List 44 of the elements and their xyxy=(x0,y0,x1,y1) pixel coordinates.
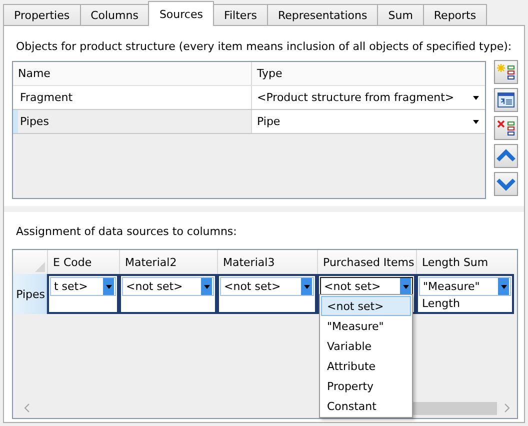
column-header: Name xyxy=(13,62,252,85)
up-button[interactable] xyxy=(494,144,518,168)
caret-icon xyxy=(473,120,479,124)
type-dropdown[interactable]: <Product structure from fragment> xyxy=(252,86,485,109)
tab[interactable]: Sum xyxy=(377,4,424,25)
chevron-up-icon xyxy=(496,149,516,163)
section-label: Objects for product structure (every item means inclusion of all objects of specified type): xyxy=(16,40,512,53)
down-button[interactable] xyxy=(494,172,518,196)
tab[interactable]: Columns xyxy=(80,4,150,25)
tab[interactable]: Reports xyxy=(422,4,488,25)
dropdown-button[interactable] xyxy=(103,278,114,295)
dropdown-option[interactable]: Attribute xyxy=(321,356,411,376)
source-dropdown[interactable]: t set> xyxy=(50,277,116,296)
dropdown-button[interactable] xyxy=(301,278,312,295)
tab[interactable]: Filters xyxy=(212,4,268,25)
dropdown-button[interactable] xyxy=(498,278,509,295)
select-all-icon xyxy=(35,262,45,272)
delete-list-icon xyxy=(497,119,515,137)
type-dropdown[interactable]: Pipe xyxy=(252,110,485,133)
column-header: Type xyxy=(256,66,284,82)
dropdown-button[interactable] xyxy=(400,278,411,295)
properties-button[interactable] xyxy=(494,88,518,112)
source-dropdown[interactable]: "Measure" xyxy=(419,277,511,296)
tab[interactable]: Sources xyxy=(148,1,214,26)
properties-icon xyxy=(497,92,515,108)
tab[interactable]: Representations xyxy=(266,4,378,25)
dropdown-option[interactable]: "Measure" xyxy=(321,316,411,336)
dropdown-option[interactable]: Constant xyxy=(321,396,411,416)
add-button[interactable] xyxy=(494,60,518,84)
chevron-down-icon xyxy=(496,177,516,191)
dropdown-button[interactable] xyxy=(201,278,212,295)
name-cell[interactable]: Pipes xyxy=(13,110,252,133)
caret-icon xyxy=(473,96,479,100)
source-dropdown[interactable]: <not set> xyxy=(122,277,214,296)
source-dropdown[interactable]: <not set> xyxy=(220,277,314,296)
delete-button[interactable] xyxy=(494,116,518,140)
add-list-icon xyxy=(497,63,515,81)
dropdown-option[interactable]: Property xyxy=(321,376,411,396)
tab[interactable]: Properties xyxy=(3,4,81,25)
value-field[interactable]: Length xyxy=(419,296,511,311)
row-header: Pipes xyxy=(13,274,47,314)
dropdown-option[interactable]: <not set> xyxy=(321,296,411,316)
section-label: Assignment of data sources to columns: xyxy=(16,225,237,238)
dropdown-option[interactable]: Variable xyxy=(321,336,411,356)
